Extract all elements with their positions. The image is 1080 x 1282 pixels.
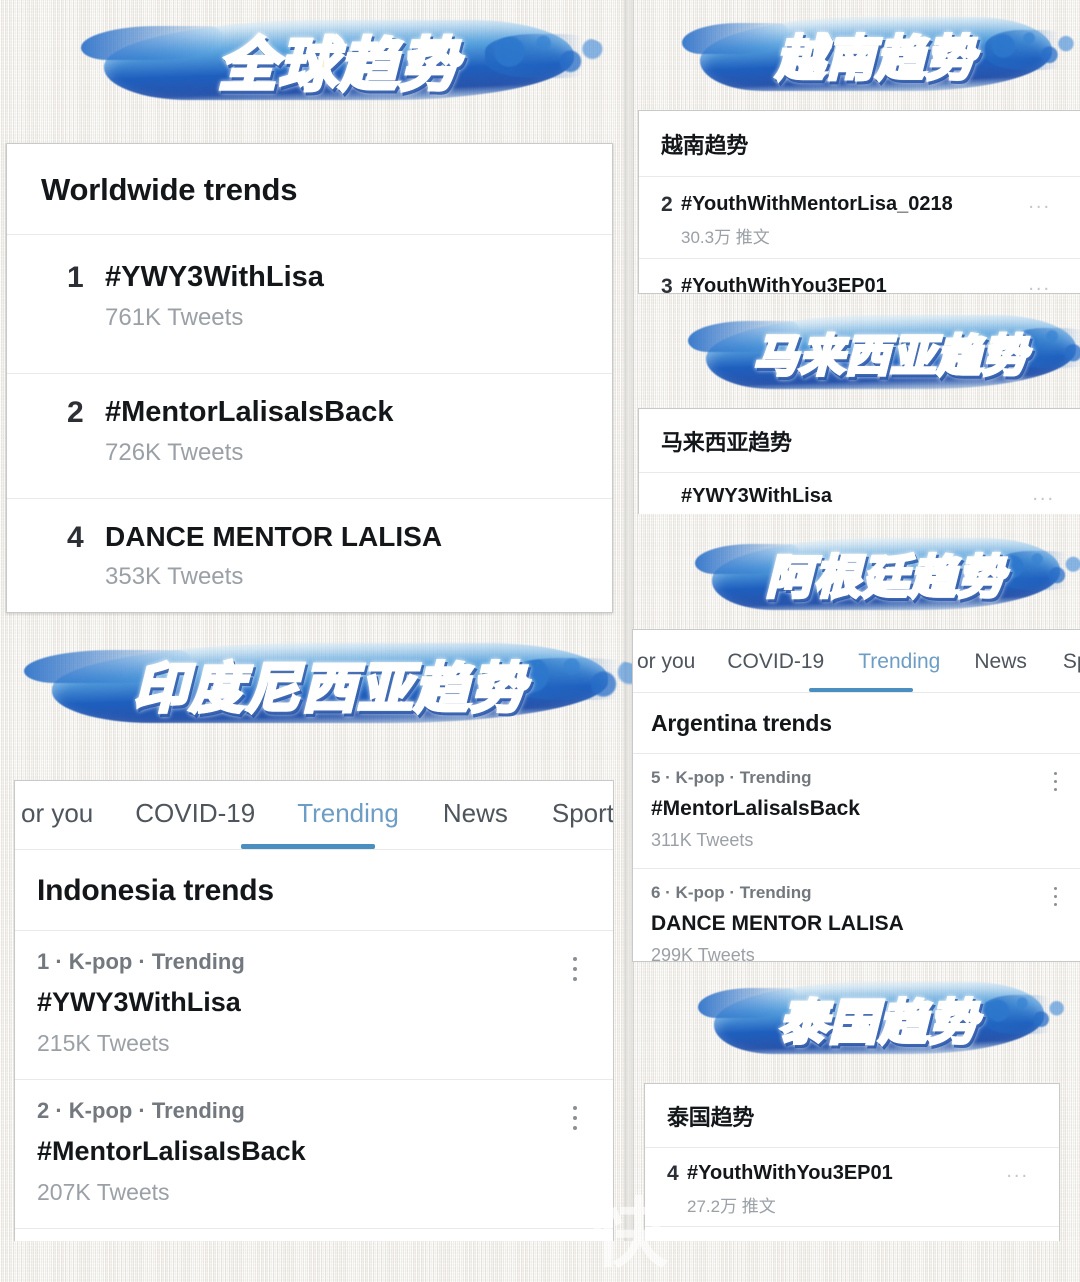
tab-for-you[interactable]: or you	[637, 650, 695, 692]
card-indonesia-trends: or you COVID-19 Trending News Sports Ind…	[14, 780, 614, 1241]
trend-count: 299K Tweets	[651, 945, 755, 962]
more-options-icon[interactable]	[1054, 772, 1057, 791]
banner-vietnam-text: 越南趋势	[700, 2, 1052, 106]
banner-vietnam: 越南趋势	[682, 2, 1077, 106]
page-title: Worldwide trends	[41, 172, 298, 207]
banner-worldwide-text: 全球趋势	[104, 4, 574, 116]
trend-name[interactable]: #YWY3WithLisa	[681, 485, 1080, 508]
table-row[interactable]: 5 · K-pop · Trending #MentorLalisaIsBack…	[633, 754, 1080, 868]
tab-active-underline	[241, 844, 375, 849]
rank-number: 1	[639, 485, 681, 514]
rank-number: 2	[67, 396, 84, 429]
page-title: Indonesia trends	[37, 874, 274, 907]
card-thailand-trends: 泰国趋势 4 #YouthWithYou3EP01 27.2万 推文 ... 5…	[644, 1083, 1060, 1241]
page-title: 马来西亚趋势	[661, 430, 792, 455]
banner-thailand: 泰国趋势	[697, 968, 1068, 1068]
page-title: 越南趋势	[661, 133, 749, 158]
column-gutter	[624, 0, 634, 1241]
tab-covid-19[interactable]: COVID-19	[727, 650, 824, 692]
banner-indonesia: 印度尼西亚趋势	[24, 628, 647, 738]
banner-malaysia: 马来西亚趋势	[687, 300, 1080, 404]
tabbar: or you COVID-19 Trending News Sports	[15, 781, 613, 849]
trend-meta: 5 · K-pop · Trending	[651, 768, 812, 787]
trend-meta: 2 · K-pop · Trending	[37, 1098, 245, 1123]
trend-count: 27.2万 推文	[687, 1197, 776, 1216]
trend-name[interactable]: #MentorLalisaIsBack	[105, 396, 612, 429]
trend-count: 726K Tweets	[105, 439, 244, 466]
more-options-icon[interactable]	[573, 957, 577, 981]
banner-argentina: 阿根廷趋势	[694, 524, 1080, 624]
trend-name[interactable]: DANCE MENTOR LALISA	[105, 521, 612, 553]
table-row[interactable]: 5 #YouthWithMentorLisa_0218 ...	[645, 1227, 1059, 1241]
banner-indonesia-text: 印度尼西亚趋势	[52, 628, 608, 738]
trend-name[interactable]: #YWY3WithLisa	[105, 261, 612, 294]
more-options-icon[interactable]	[573, 1106, 577, 1130]
table-row[interactable]: 2 · K-pop · Trending #MentorLalisaIsBack…	[15, 1080, 613, 1228]
trend-name[interactable]: #YouthWithMentorLisa_0218	[681, 193, 1080, 216]
trend-name[interactable]: #MentorLalisaIsBack	[37, 1136, 613, 1167]
trend-count: 353K Tweets	[105, 563, 244, 590]
rank-number: 4	[667, 1162, 679, 1185]
tab-news[interactable]: News	[443, 798, 508, 849]
rank-number: 3	[661, 275, 673, 294]
banner-thailand-text: 泰国趋势	[714, 968, 1044, 1068]
more-options-icon[interactable]: ...	[1006, 1160, 1029, 1183]
table-row[interactable]: 2 #YouthWithMentorLisa_0218 30.3万 推文 ...	[639, 177, 1080, 258]
rank-number: 2	[661, 193, 673, 216]
card-malaysia-trends: 马来西亚趋势 1 #YWY3WithLisa 趋势 #MentorLalisaI…	[638, 408, 1080, 514]
trend-meta: 1 · K-pop · Trending	[37, 949, 245, 974]
table-row[interactable]: 1 #YWY3WithLisa 761K Tweets	[7, 235, 612, 373]
trend-name[interactable]: DANCE MENTOR LALISA	[651, 912, 1080, 936]
collage-stage: 全球趋势 Worldwide trends 1 #YWY3WithLisa 76…	[0, 0, 1080, 1278]
more-options-icon[interactable]: ...	[1028, 191, 1051, 214]
page-title: Argentina trends	[651, 710, 832, 736]
banner-argentina-text: 阿根廷趋势	[712, 524, 1060, 624]
tab-trending[interactable]: Trending	[297, 798, 399, 849]
trend-name[interactable]: #YouthWithYou3EP01	[687, 1162, 1059, 1185]
trend-meta: 6 · K-pop · Trending	[651, 883, 812, 902]
trend-name[interactable]: #YWY3WithLisa	[37, 987, 613, 1018]
table-row[interactable]: 4 DANCE MENTOR LALISA 353K Tweets	[7, 499, 612, 612]
table-row-partial[interactable]	[15, 1229, 613, 1241]
table-row[interactable]: 2 #MentorLalisaIsBack 726K Tweets	[7, 374, 612, 498]
tab-trending[interactable]: Trending	[858, 650, 940, 692]
page-title: 泰国趋势	[667, 1105, 755, 1130]
trend-count: 30.3万 推文	[681, 228, 770, 247]
table-row[interactable]: 6 · K-pop · Trending DANCE MENTOR LALISA…	[633, 869, 1080, 962]
more-options-icon[interactable]: ...	[1028, 273, 1051, 293]
tab-sports[interactable]: Sports	[552, 798, 613, 849]
tab-for-you[interactable]: or you	[21, 798, 93, 849]
more-options-icon[interactable]: ...	[1032, 483, 1055, 506]
card-worldwide-trends: Worldwide trends 1 #YWY3WithLisa 761K Tw…	[6, 143, 613, 613]
tabbar: or you COVID-19 Trending News Sports	[633, 630, 1080, 692]
table-row[interactable]: 4 #YouthWithYou3EP01 27.2万 推文 ...	[645, 1148, 1059, 1226]
rank-number: 1	[67, 261, 84, 294]
tab-covid-19[interactable]: COVID-19	[135, 798, 255, 849]
tab-sports[interactable]: Sports	[1063, 650, 1080, 692]
trend-count: 215K Tweets	[37, 1030, 170, 1056]
table-row[interactable]: 1 #YWY3WithLisa 趋势 #MentorLalisaIsBack、D…	[639, 473, 1080, 514]
trend-name[interactable]: #YouthWithYou3EP01	[681, 275, 1080, 293]
card-vietnam-trends: 越南趋势 2 #YouthWithMentorLisa_0218 30.3万 推…	[638, 110, 1080, 294]
trend-name[interactable]: #MentorLalisaIsBack	[651, 797, 1080, 821]
rank-number: 4	[67, 521, 84, 554]
trend-count: 311K Tweets	[651, 830, 754, 850]
tab-news[interactable]: News	[974, 650, 1027, 692]
card-argentina-trends: or you COVID-19 Trending News Sports Arg…	[632, 629, 1080, 962]
trend-count: 761K Tweets	[105, 304, 244, 331]
table-row[interactable]: 3 #YouthWithYou3EP01 29万 推文 ...	[639, 259, 1080, 294]
trend-count: 207K Tweets	[37, 1179, 170, 1205]
banner-malaysia-text: 马来西亚趋势	[706, 300, 1076, 404]
more-options-icon[interactable]	[1054, 887, 1057, 906]
banner-worldwide: 全球趋势	[80, 4, 607, 116]
table-row[interactable]: 1 · K-pop · Trending #YWY3WithLisa 215K …	[15, 931, 613, 1079]
tab-active-underline	[809, 688, 913, 692]
